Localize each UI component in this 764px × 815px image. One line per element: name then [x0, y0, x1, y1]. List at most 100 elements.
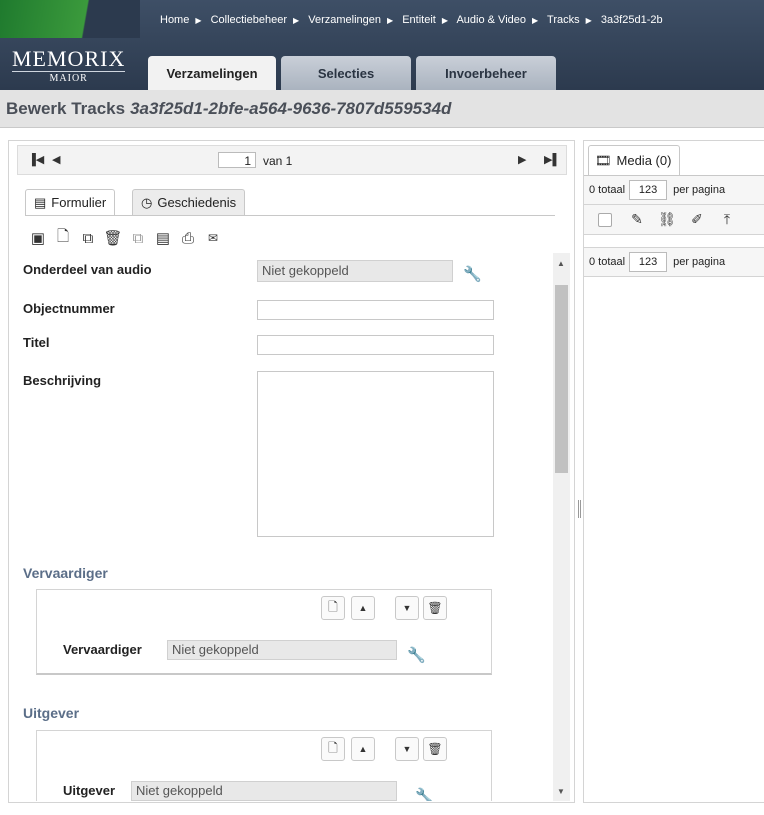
page-title: Bewerk Tracks 3a3f25d1-2bfe-a564-9636-78…	[0, 90, 764, 128]
app-header: Home ▶ Collectiebeheer ▶ Verzamelingen ▶ En…	[0, 0, 764, 90]
first-page-icon[interactable]: ▐◀	[28, 153, 44, 166]
breadcrumb-separator-icon: ▶	[195, 16, 202, 25]
breadcrumb-separator-icon: ▶	[532, 16, 539, 25]
notes-icon[interactable]: ▤	[152, 229, 174, 247]
breadcrumb-current: 3a3f25d1-2b	[600, 14, 663, 26]
media-pager-top: 0 totaal 123 per pagina	[584, 175, 764, 205]
tab-selecties[interactable]: Selecties	[281, 56, 411, 90]
select-all-checkbox[interactable]	[598, 212, 612, 227]
page-title-prefix: Bewerk Tracks	[6, 98, 126, 118]
uitgever-field[interactable]: Niet gekoppeld	[131, 781, 397, 801]
label-objectnummer: Objectnummer	[23, 301, 115, 316]
label-onderdeel: Onderdeel van audio	[23, 262, 152, 277]
titel-input[interactable]	[257, 335, 494, 355]
per-page-input[interactable]: 123	[629, 180, 668, 200]
unlink-icon[interactable]: ⛓	[652, 211, 682, 228]
breadcrumb-entiteit[interactable]: Entiteit	[402, 14, 436, 26]
panel-splitter-handle[interactable]	[578, 500, 581, 518]
link-wrench-icon[interactable]: 🔧	[463, 265, 482, 283]
form-icon: ▤	[34, 194, 47, 210]
vervaardiger-subform: 🗋 ▲ ▼ 🗑 Vervaardiger Niet gekoppeld 🔧	[36, 589, 492, 675]
section-title-vervaardiger: Vervaardiger	[23, 565, 108, 581]
per-page-label: per pagina	[673, 184, 726, 196]
link-wrench-icon[interactable]: 🔧	[407, 646, 426, 664]
edit-icon[interactable]: ✎	[622, 211, 652, 228]
label-titel: Titel	[23, 335, 50, 350]
delete-row-icon[interactable]: 🗑	[423, 737, 447, 761]
previous-page-icon[interactable]: ◀	[52, 153, 60, 166]
tab-media-label: Media (0)	[616, 153, 672, 168]
breadcrumb-tracks[interactable]: Tracks	[547, 14, 580, 26]
vervaardiger-field[interactable]: Niet gekoppeld	[167, 640, 397, 660]
breadcrumb: Home ▶ Collectiebeheer ▶ Verzamelingen ▶ En…	[160, 14, 764, 26]
tab-invoerbeheer[interactable]: Invoerbeheer	[416, 56, 556, 90]
save-icon[interactable]: ▣	[27, 229, 49, 247]
media-total: 0 totaal	[589, 184, 626, 196]
upload-icon[interactable]: ⤒	[712, 211, 742, 228]
breadcrumb-audio-video[interactable]: Audio & Video	[456, 14, 526, 26]
label-uitgever: Uitgever	[63, 783, 116, 798]
new-record-icon[interactable]: 🗋	[52, 228, 74, 247]
breadcrumb-verzamelingen[interactable]: Verzamelingen	[308, 14, 381, 26]
header-accent	[0, 0, 140, 38]
tab-media[interactable]: 🎞 Media (0)	[588, 145, 680, 175]
tab-geschiedenis-label: Geschiedenis	[157, 195, 237, 210]
scroll-up-icon[interactable]: ▲	[557, 259, 565, 268]
edit-link-icon[interactable]: ✐	[682, 211, 712, 228]
objectnummer-input[interactable]	[257, 300, 494, 320]
logo-sub: MAIOR	[12, 71, 126, 84]
uitgever-subform: 🗋 ▲ ▼ 🗑 Uitgever Niet gekoppeld 🔧	[36, 730, 492, 801]
scroll-down-icon[interactable]: ▼	[557, 787, 565, 796]
add-row-icon[interactable]: 🗋	[321, 737, 345, 761]
delete-row-icon[interactable]: 🗑	[423, 596, 447, 620]
label-vervaardiger: Vervaardiger	[63, 642, 142, 657]
page-title-id: 3a3f25d1-2bfe-a564-9636-7807d559534d	[130, 98, 452, 118]
page-count: van 1	[263, 154, 293, 168]
form-toolbar: ▣ 🗋 ⧉ 🗑 ⧉ ▤ ⎙ ✉	[27, 228, 227, 248]
onderdeel-field[interactable]: Niet gekoppeld	[257, 260, 453, 282]
duplicate-icon[interactable]: ⧉	[127, 229, 149, 247]
logo-name: MEMORIX	[12, 46, 126, 71]
breadcrumb-separator-icon: ▶	[293, 16, 300, 25]
label-beschrijving: Beschrijving	[23, 373, 102, 388]
form-scroll-area: Onderdeel van audio Niet gekoppeld 🔧 Obj…	[17, 253, 547, 801]
history-icon: ◷	[141, 194, 153, 210]
record-pager: ▐◀ ◀ 1 van 1 ▶ ▶▌	[17, 145, 567, 175]
per-page-label: per pagina	[673, 256, 726, 268]
breadcrumb-home[interactable]: Home	[160, 14, 189, 26]
film-icon: 🎞	[595, 152, 612, 168]
section-title-uitgever: Uitgever	[23, 705, 80, 721]
scrollbar-thumb[interactable]	[555, 285, 568, 473]
per-page-input[interactable]: 123	[629, 252, 668, 272]
mail-icon[interactable]: ✉	[202, 229, 224, 247]
tab-formulier-label: Formulier	[51, 195, 107, 210]
delete-icon[interactable]: 🗑	[102, 229, 124, 247]
tab-verzamelingen[interactable]: Verzamelingen	[148, 56, 276, 90]
move-down-icon[interactable]: ▼	[395, 737, 419, 761]
media-total: 0 totaal	[589, 256, 626, 268]
next-page-icon[interactable]: ▶	[518, 153, 526, 166]
media-pager-bottom: 0 totaal 123 per pagina	[584, 247, 764, 277]
move-up-icon[interactable]: ▲	[351, 596, 375, 620]
breadcrumb-separator-icon: ▶	[585, 16, 592, 25]
breadcrumb-separator-icon: ▶	[387, 16, 394, 25]
add-row-icon[interactable]: 🗋	[321, 596, 345, 620]
tab-geschiedenis[interactable]: ◷ Geschiedenis	[132, 189, 246, 215]
move-down-icon[interactable]: ▼	[395, 596, 419, 620]
record-form-panel: ▐◀ ◀ 1 van 1 ▶ ▶▌ ▤ Formulier ◷ Geschied…	[8, 140, 575, 803]
page-number-input[interactable]: 1	[218, 152, 256, 168]
media-toolbar: ✎ ⛓ ✐ ⤒	[584, 205, 764, 235]
move-up-icon[interactable]: ▲	[351, 737, 375, 761]
last-page-icon[interactable]: ▶▌	[544, 153, 560, 166]
tab-divider	[25, 215, 555, 216]
print-icon[interactable]: ⎙	[177, 229, 199, 247]
media-panel: 🎞 Media (0) 0 totaal 123 per pagina ✎ ⛓ …	[583, 140, 764, 803]
memorix-logo[interactable]: MEMORIX MAIOR	[12, 46, 126, 84]
copy-icon[interactable]: ⧉	[77, 229, 99, 247]
beschrijving-textarea[interactable]	[257, 371, 494, 537]
form-scrollbar[interactable]: ▲ ▼	[553, 253, 570, 801]
breadcrumb-collectiebeheer[interactable]: Collectiebeheer	[211, 14, 287, 26]
tab-formulier[interactable]: ▤ Formulier	[25, 189, 116, 215]
link-wrench-icon[interactable]: 🔧	[415, 787, 434, 801]
breadcrumb-separator-icon: ▶	[441, 16, 449, 25]
